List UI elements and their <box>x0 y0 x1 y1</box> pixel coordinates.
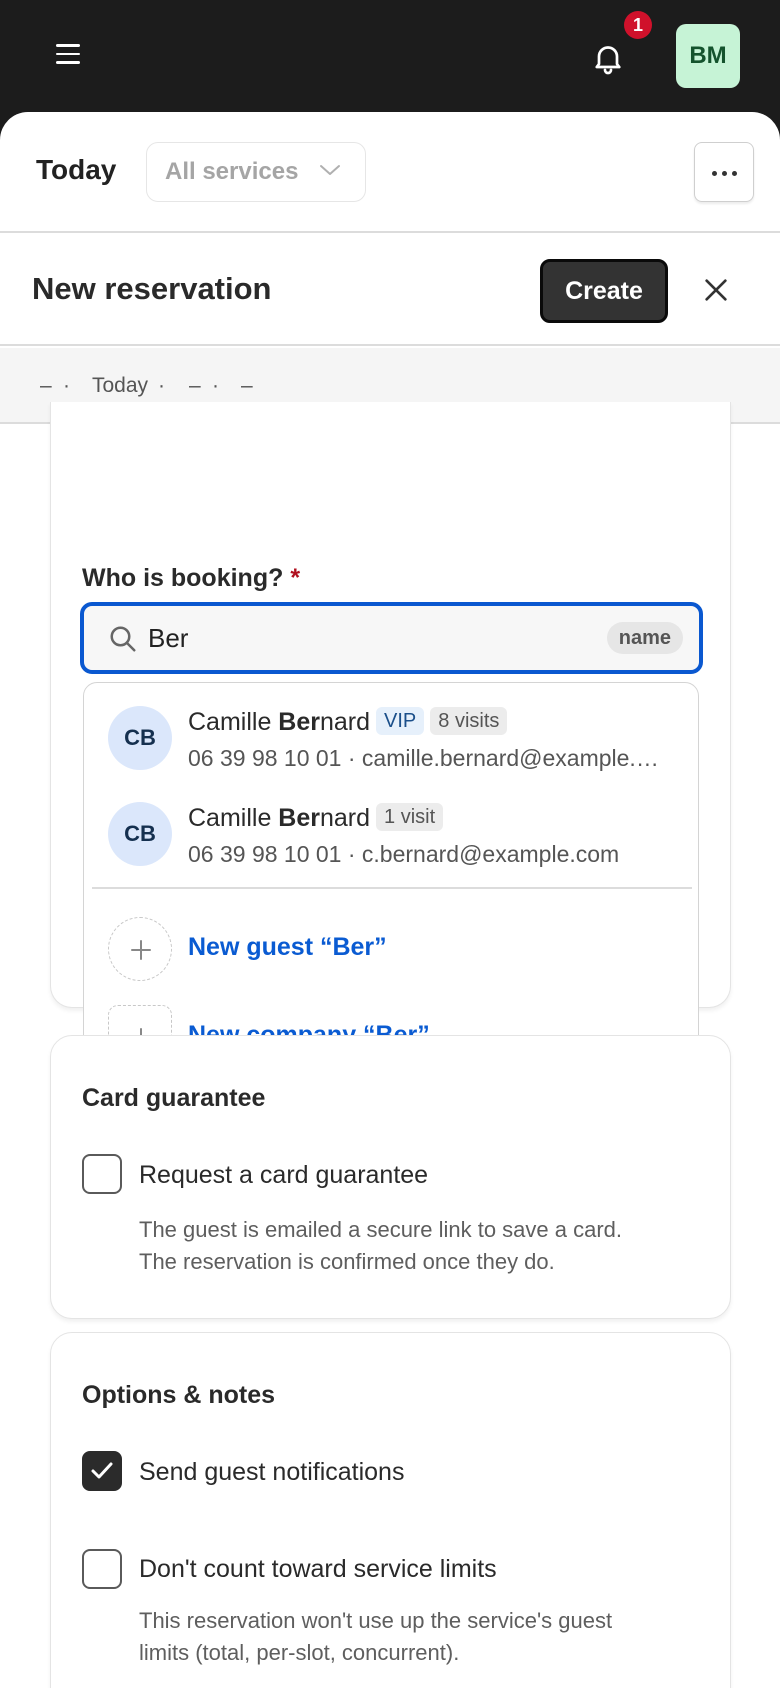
service-limits-label: Don't count toward service limits <box>139 1555 497 1583</box>
create-button[interactable]: Create <box>540 259 668 323</box>
card-guarantee-label: Request a card guarantee <box>139 1161 429 1189</box>
options-card: Options & notes Send guest notifications… <box>50 1332 731 1688</box>
summary-time: – <box>189 374 201 397</box>
card-guarantee-help: The guest is emailed a secure link to sa… <box>139 1217 623 1274</box>
guest-search-input[interactable] <box>148 620 548 656</box>
bell-icon[interactable] <box>590 40 626 76</box>
guest-result[interactable]: CB Camille Bernard 1 visit 06 39 98 10 01… <box>84 779 698 867</box>
guest-contact: 06 39 98 10 01 · camille.bernard@example… <box>188 745 659 771</box>
summary-date: Today <box>92 374 149 397</box>
card-guarantee-card: Card guarantee Request a card guarantee … <box>50 1035 731 1319</box>
reservation-sheet: Today All services New reservation Creat… <box>0 112 780 1688</box>
booking-label: Who is booking? * <box>82 564 301 592</box>
more-options-button[interactable] <box>694 142 754 202</box>
services-select[interactable]: All services <box>146 142 366 202</box>
search-icon <box>110 626 136 652</box>
new-guest-option[interactable]: New guest “Ber” <box>84 901 698 981</box>
notifications-label: Send guest notifications <box>139 1458 405 1486</box>
ellipsis-icon <box>712 171 717 176</box>
page-title: New reservation <box>32 271 272 306</box>
summary-party: – <box>40 374 52 397</box>
guest-search-field[interactable]: name <box>80 602 703 674</box>
new-guest-label: New guest “Ber” <box>188 933 387 961</box>
filter-bar: Today All services <box>0 112 780 233</box>
card-guarantee-checkbox[interactable] <box>82 1154 122 1194</box>
search-results-dropdown: CB Camille Bernard VIP 8 visits 06 39 98 1… <box>83 682 699 1086</box>
services-select-label: All services <box>165 158 299 185</box>
notifications-checkbox[interactable] <box>82 1451 122 1491</box>
guest-contact: 06 39 98 10 01 · c.bernard@example.com <box>188 841 620 867</box>
booking-card: Who is booking? * name CB Camille Bernar… <box>50 402 731 1086</box>
hamburger-icon[interactable] <box>56 44 80 64</box>
service-limits-help: This reservation won't use up the servic… <box>139 1608 613 1665</box>
plus-icon <box>108 917 172 981</box>
section-title: Options & notes <box>82 1381 276 1409</box>
close-icon[interactable] <box>700 274 732 306</box>
avatar: CB <box>108 706 172 770</box>
service-limits-checkbox[interactable] <box>82 1549 122 1589</box>
guest-name: Camille Bernard VIP 8 visits <box>188 707 508 737</box>
guest-name: Camille Bernard 1 visit <box>188 803 444 833</box>
avatar: CB <box>108 802 172 866</box>
visits-badge: 1 visit <box>376 803 444 831</box>
divider <box>92 887 692 889</box>
chevron-down-icon <box>320 165 340 175</box>
vip-badge: VIP <box>376 707 425 735</box>
guest-result[interactable]: CB Camille Bernard VIP 8 visits 06 39 98 1… <box>84 683 698 771</box>
date-title[interactable]: Today <box>36 154 116 186</box>
visits-badge: 8 visits <box>430 707 508 735</box>
search-mode-chip[interactable]: name <box>606 622 683 654</box>
checkmark-icon <box>91 1462 113 1479</box>
user-avatar[interactable]: BM <box>676 24 740 88</box>
top-bar: 1 BM <box>0 0 780 112</box>
notification-badge: 1 <box>624 11 652 39</box>
summary-table: – <box>241 374 253 397</box>
required-mark: * <box>290 564 301 592</box>
section-title: Card guarantee <box>82 1084 266 1112</box>
